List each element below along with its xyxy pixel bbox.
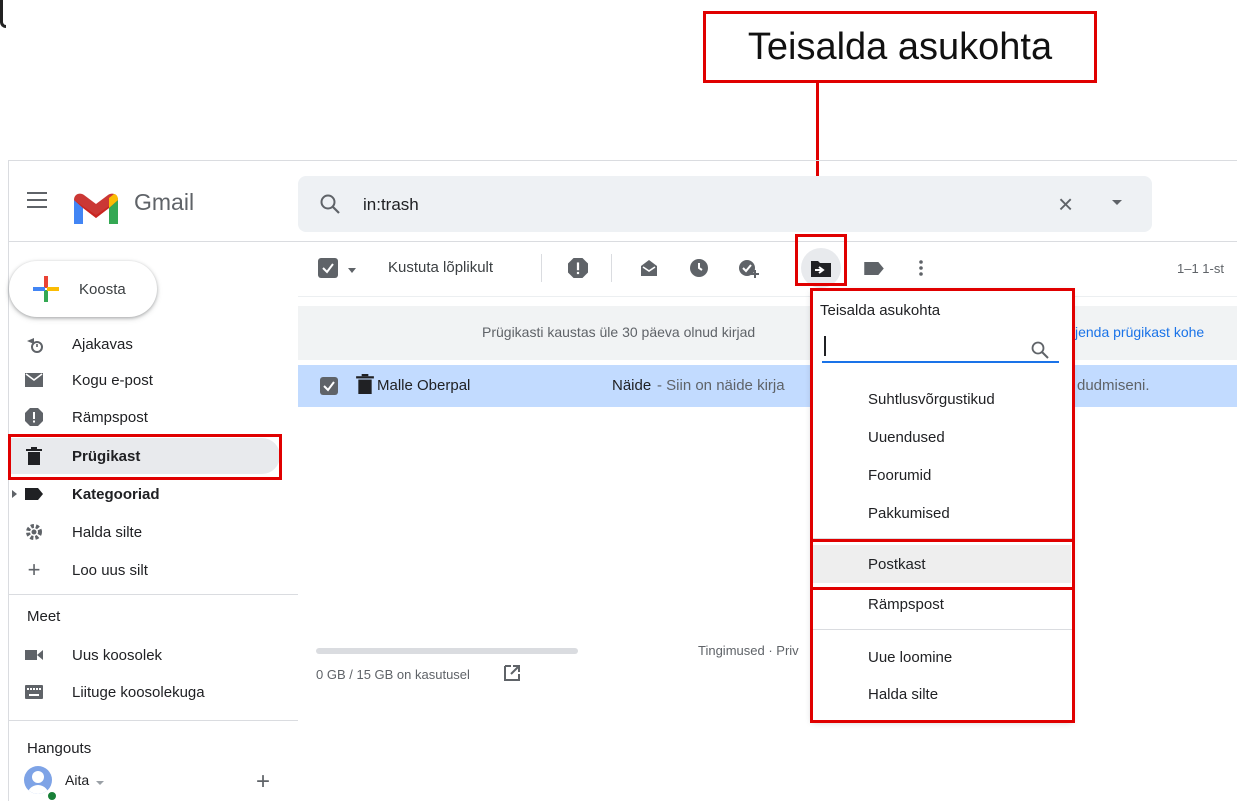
close-icon[interactable]: ×: [1058, 191, 1073, 217]
sidebar-divider: [8, 594, 298, 595]
toolbar-divider: [611, 254, 612, 282]
delete-forever-button[interactable]: Kustuta lõplikult: [388, 259, 493, 276]
sidebar-item-label: Kategooriad: [72, 485, 160, 503]
sidebar-item-all-mail[interactable]: Kogu e-post: [8, 362, 280, 398]
scheduled-icon: [24, 334, 44, 354]
hangouts-user-name[interactable]: Aita: [65, 772, 89, 788]
sidebar-divider: [8, 720, 298, 721]
avatar[interactable]: [24, 766, 52, 794]
report-spam-icon[interactable]: [566, 256, 590, 280]
status-online-icon: [46, 790, 58, 801]
page-corner-mark: [0, 0, 6, 28]
terms-privacy-links[interactable]: Tingimused · Priv: [698, 643, 799, 658]
external-link-icon[interactable]: [503, 664, 521, 682]
plus-icon: +: [27, 557, 41, 582]
keyboard-icon: [24, 682, 44, 702]
callout-text: Teisalda asukohta: [747, 25, 1053, 68]
search-options-caret-icon[interactable]: [1112, 200, 1122, 205]
chevron-down-icon[interactable]: [96, 781, 104, 785]
sidebar-item-categories[interactable]: Kategooriad: [8, 476, 280, 512]
mark-as-read-icon[interactable]: [637, 256, 661, 280]
compose-button[interactable]: Koosta: [9, 261, 157, 317]
sidebar-item-label: Kogu e-post: [72, 371, 153, 389]
expand-arrow-icon[interactable]: [12, 490, 17, 498]
email-subject: Näide: [612, 377, 652, 394]
highlight-move-button-box: [795, 234, 847, 286]
callout-box: Teisalda asukohta: [703, 11, 1097, 83]
trash-icon: [356, 374, 374, 394]
add-contact-icon[interactable]: +: [256, 768, 270, 796]
label-icon[interactable]: [862, 256, 886, 280]
sidebar-item-label: Halda silte: [72, 523, 143, 541]
email-snippet: - Siin on näide kirja: [657, 377, 785, 394]
sidebar-item-new-meeting[interactable]: Uus koosolek: [8, 637, 280, 673]
sidebar-item-label: Loo uus silt: [72, 561, 148, 579]
search-input[interactable]: in:trash: [363, 195, 419, 215]
sidebar-item-create-label[interactable]: + Loo uus silt: [8, 552, 280, 588]
mail-icon: [24, 370, 44, 390]
menu-icon[interactable]: [27, 192, 47, 208]
sidebar-item-label: Ajakavas: [72, 335, 133, 353]
row-checkbox[interactable]: [320, 377, 338, 395]
gmail-logo-icon: [74, 193, 118, 224]
label-icon: [24, 484, 44, 504]
sidebar-item-manage-labels[interactable]: Halda silte: [8, 514, 280, 550]
sidebar-item-join-meeting[interactable]: Liituge koosolekuga: [8, 674, 280, 710]
highlight-inbox-box: [810, 539, 1075, 590]
highlight-trash-box: [8, 434, 282, 480]
compose-label: Koosta: [79, 280, 126, 298]
app-name: Gmail: [134, 189, 195, 215]
toolbar-divider: [541, 254, 542, 282]
more-options-icon[interactable]: [909, 256, 933, 280]
video-icon: [24, 645, 44, 665]
search-bar[interactable]: [298, 176, 1152, 232]
sidebar-item-spam[interactable]: Rämpspost: [8, 399, 280, 435]
select-all-checkbox[interactable]: [318, 258, 338, 278]
header-divider: [8, 241, 1237, 242]
compose-plus-icon: [33, 276, 59, 302]
hangouts-section-title: Hangouts: [27, 740, 92, 757]
highlight-move-menu-box: [810, 288, 1075, 723]
search-icon[interactable]: [318, 192, 342, 216]
toolbar-divider: [298, 296, 1237, 297]
sidebar-item-scheduled[interactable]: Ajakavas: [8, 326, 280, 362]
email-sender: Malle Oberpal: [377, 377, 471, 394]
add-to-tasks-icon[interactable]: [737, 256, 761, 280]
pagination-info: 1–1 1-st: [1177, 261, 1224, 276]
meet-section-title: Meet: [27, 608, 61, 625]
sidebar-item-label: Rämpspost: [72, 408, 148, 426]
email-snippet-end: dudmiseni.: [1077, 377, 1150, 394]
select-caret-icon[interactable]: [348, 268, 356, 273]
storage-bar: [316, 648, 578, 654]
sidebar-item-label: Liituge koosolekuga: [72, 683, 205, 701]
banner-text: Prügikasti kaustas üle 30 päeva olnud ki…: [482, 324, 756, 340]
storage-text: 0 GB / 15 GB on kasutusel: [316, 667, 470, 682]
empty-trash-link[interactable]: jenda prügikast kohe: [1075, 324, 1204, 340]
sidebar-item-label: Uus koosolek: [72, 646, 163, 664]
gear-icon: [24, 522, 44, 542]
snooze-icon[interactable]: [687, 256, 711, 280]
spam-icon: [24, 407, 44, 427]
